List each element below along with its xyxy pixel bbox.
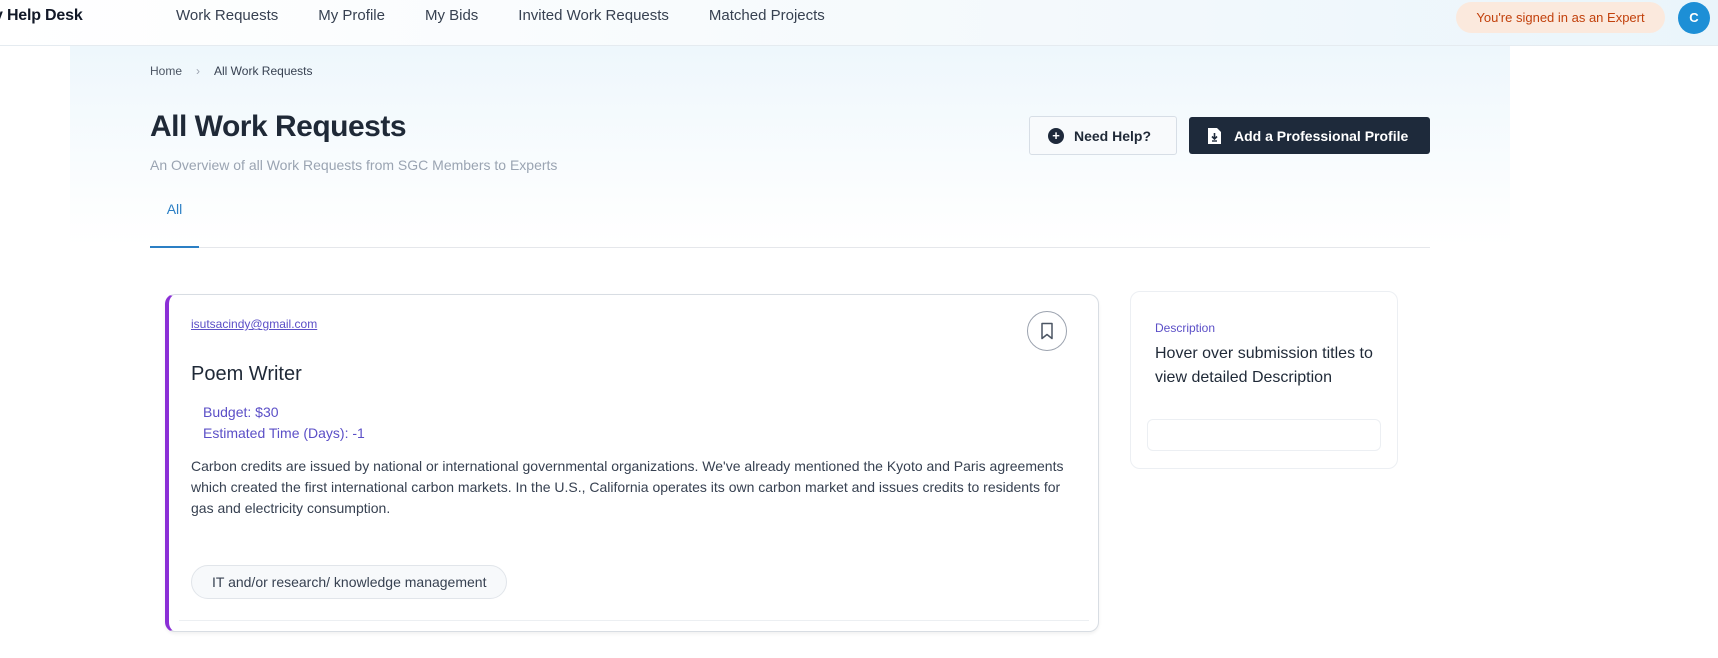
need-help-label: Need Help? <box>1074 127 1152 144</box>
work-request-card: isutsacindy@gmail.com Poem Writer Budget… <box>165 294 1099 632</box>
card-divider <box>179 620 1089 621</box>
description-panel-label: Description <box>1155 321 1216 335</box>
breadcrumb-home[interactable]: Home <box>150 64 182 78</box>
nav-my-profile[interactable]: My Profile <box>318 7 385 24</box>
role-badge: You're signed in as an Expert <box>1456 2 1665 33</box>
work-request-title[interactable]: Poem Writer <box>191 363 302 386</box>
category-tag[interactable]: IT and/or research/ knowledge management <box>191 565 508 599</box>
add-profile-label: Add a Professional Profile <box>1234 127 1409 144</box>
page-subtitle: An Overview of all Work Requests from SG… <box>150 157 558 173</box>
tab-bar: All <box>150 196 1430 248</box>
tab-all[interactable]: All <box>150 196 199 248</box>
breadcrumb-current: All Work Requests <box>214 64 313 78</box>
description-content-box <box>1147 419 1381 451</box>
estimated-time-text: Estimated Time (Days): -1 <box>203 425 365 441</box>
need-help-button[interactable]: + Need Help? <box>1029 116 1177 155</box>
nav-matched-projects[interactable]: Matched Projects <box>709 7 825 24</box>
brand-logo-text[interactable]: y Help Desk <box>0 7 83 25</box>
requester-email-link[interactable]: isutsacindy@gmail.com <box>191 317 317 331</box>
main-nav: Work Requests My Profile My Bids Invited… <box>176 7 865 24</box>
top-navbar: y Help Desk Work Requests My Profile My … <box>0 0 1718 46</box>
nav-invited-work-requests[interactable]: Invited Work Requests <box>518 7 669 24</box>
bookmark-button[interactable] <box>1027 311 1067 351</box>
add-professional-profile-button[interactable]: Add a Professional Profile <box>1189 117 1430 154</box>
chevron-right-icon: › <box>196 64 201 78</box>
nav-work-requests[interactable]: Work Requests <box>176 7 278 24</box>
budget-text: Budget: $30 <box>203 404 279 420</box>
page-title: All Work Requests <box>150 110 407 143</box>
plus-circle-icon: + <box>1048 127 1064 144</box>
nav-my-bids[interactable]: My Bids <box>425 7 478 24</box>
bookmark-icon <box>1041 322 1053 340</box>
breadcrumb: Home › All Work Requests <box>150 64 313 78</box>
user-avatar[interactable]: C <box>1678 2 1710 34</box>
description-panel-text: Hover over submission titles to view det… <box>1155 345 1373 386</box>
description-panel: Description Hover over submission titles… <box>1130 291 1398 469</box>
work-request-description: Carbon credits are issued by national or… <box>191 458 1064 516</box>
file-download-icon <box>1208 127 1221 144</box>
